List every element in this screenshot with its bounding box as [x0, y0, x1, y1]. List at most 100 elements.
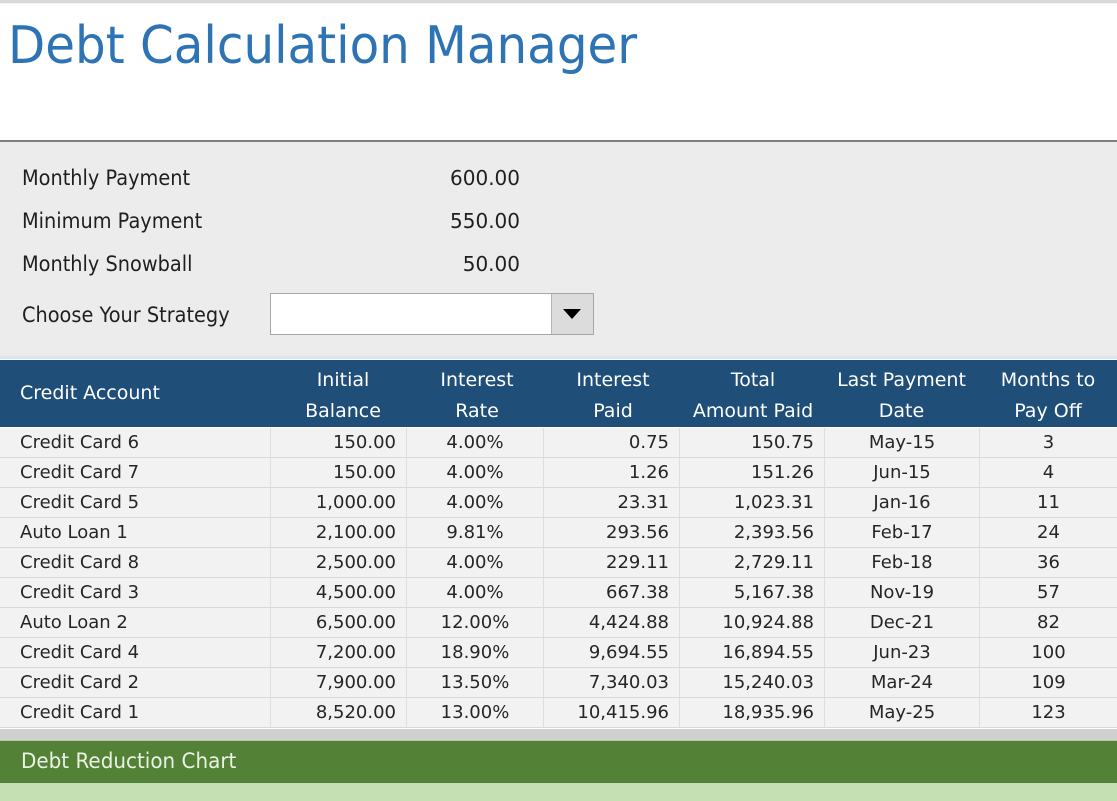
header-initial-balance: Initial Balance — [270, 360, 416, 427]
cell-total-amount-paid[interactable]: 10,924.88 — [679, 608, 824, 637]
cell-total-amount-paid[interactable]: 16,894.55 — [679, 638, 824, 667]
cell-months-to-pay-off[interactable]: 57 — [979, 578, 1117, 607]
monthly-payment-value[interactable]: 600.00 — [362, 163, 520, 193]
header-line1: Last Payment — [837, 369, 966, 391]
table-row: Credit Card 2 7,900.00 13.50% 7,340.03 15,24… — [0, 668, 1117, 698]
cell-months-to-pay-off[interactable]: 100 — [979, 638, 1117, 667]
cell-credit-account[interactable]: Credit Card 7 — [0, 458, 270, 487]
cell-credit-account[interactable]: Auto Loan 1 — [0, 518, 270, 547]
cell-interest-rate[interactable]: 4.00% — [406, 428, 543, 457]
strategy-dropdown-button[interactable] — [551, 294, 593, 334]
page-title: Debt Calculation Manager — [8, 16, 638, 76]
cell-credit-account[interactable]: Credit Card 5 — [0, 488, 270, 517]
cell-interest-rate[interactable]: 4.00% — [406, 488, 543, 517]
cell-initial-balance[interactable]: 8,520.00 — [270, 698, 406, 727]
cell-months-to-pay-off[interactable]: 24 — [979, 518, 1117, 547]
cell-interest-paid[interactable]: 23.31 — [543, 488, 679, 517]
input-panel-border — [0, 356, 1117, 359]
cell-months-to-pay-off[interactable]: 4 — [979, 458, 1117, 487]
cell-interest-rate[interactable]: 4.00% — [406, 548, 543, 577]
cell-total-amount-paid[interactable]: 5,167.38 — [679, 578, 824, 607]
header-credit-account: Credit Account — [20, 360, 260, 427]
cell-initial-balance[interactable]: 1,000.00 — [270, 488, 406, 517]
cell-interest-rate[interactable]: 13.00% — [406, 698, 543, 727]
cell-last-payment-date[interactable]: Jun-23 — [824, 638, 979, 667]
header-months-to-pay-off: Months to Pay Off — [979, 360, 1117, 427]
cell-months-to-pay-off[interactable]: 123 — [979, 698, 1117, 727]
cell-last-payment-date[interactable]: Jan-16 — [824, 488, 979, 517]
cell-months-to-pay-off[interactable]: 3 — [979, 428, 1117, 457]
cell-initial-balance[interactable]: 6,500.00 — [270, 608, 406, 637]
table-row: Credit Card 5 1,000.00 4.00% 23.31 1,023.31 J… — [0, 488, 1117, 518]
cell-interest-paid[interactable]: 0.75 — [543, 428, 679, 457]
cell-total-amount-paid[interactable]: 18,935.96 — [679, 698, 824, 727]
header-line2: Pay Off — [1014, 400, 1082, 422]
cell-interest-paid[interactable]: 293.56 — [543, 518, 679, 547]
cell-months-to-pay-off[interactable]: 82 — [979, 608, 1117, 637]
cell-interest-paid[interactable]: 4,424.88 — [543, 608, 679, 637]
cell-interest-paid[interactable]: 7,340.03 — [543, 668, 679, 697]
cell-interest-paid[interactable]: 229.11 — [543, 548, 679, 577]
cell-total-amount-paid[interactable]: 150.75 — [679, 428, 824, 457]
cell-initial-balance[interactable]: 7,200.00 — [270, 638, 406, 667]
header-credit-account-label: Credit Account — [20, 382, 160, 404]
header-line2: Balance — [305, 400, 381, 422]
cell-credit-account[interactable]: Credit Card 1 — [0, 698, 270, 727]
cell-initial-balance[interactable]: 150.00 — [270, 428, 406, 457]
cell-total-amount-paid[interactable]: 15,240.03 — [679, 668, 824, 697]
cell-last-payment-date[interactable]: Nov-19 — [824, 578, 979, 607]
cell-interest-rate[interactable]: 4.00% — [406, 458, 543, 487]
cell-months-to-pay-off[interactable]: 36 — [979, 548, 1117, 577]
header-line1: Total — [730, 369, 776, 391]
header-line1: Interest — [440, 369, 514, 391]
table-header: Credit Account Initial Balance Interest … — [0, 360, 1117, 427]
cell-interest-paid[interactable]: 10,415.96 — [543, 698, 679, 727]
cell-initial-balance[interactable]: 7,900.00 — [270, 668, 406, 697]
cell-credit-account[interactable]: Credit Card 3 — [0, 578, 270, 607]
cell-months-to-pay-off[interactable]: 109 — [979, 668, 1117, 697]
debt-reduction-chart-title: Debt Reduction Chart — [21, 749, 237, 773]
minimum-payment-label: Minimum Payment — [22, 209, 203, 233]
cell-credit-account[interactable]: Credit Card 6 — [0, 428, 270, 457]
debt-reduction-chart-area — [0, 783, 1117, 801]
section-separator — [0, 729, 1117, 741]
cell-interest-rate[interactable]: 12.00% — [406, 608, 543, 637]
dropdown-arrow-icon — [563, 309, 581, 319]
cell-last-payment-date[interactable]: May-15 — [824, 428, 979, 457]
cell-credit-account[interactable]: Credit Card 8 — [0, 548, 270, 577]
cell-initial-balance[interactable]: 4,500.00 — [270, 578, 406, 607]
cell-last-payment-date[interactable]: Mar-24 — [824, 668, 979, 697]
cell-initial-balance[interactable]: 2,100.00 — [270, 518, 406, 547]
cell-credit-account[interactable]: Auto Loan 2 — [0, 608, 270, 637]
cell-last-payment-date[interactable]: Feb-18 — [824, 548, 979, 577]
header-line2: Paid — [593, 400, 633, 422]
monthly-snowball-value[interactable]: 50.00 — [362, 249, 520, 279]
cell-interest-paid[interactable]: 9,694.55 — [543, 638, 679, 667]
cell-initial-balance[interactable]: 2,500.00 — [270, 548, 406, 577]
header-line2: Amount Paid — [692, 400, 814, 422]
table-row: Credit Card 6 150.00 4.00% 0.75 150.75 May-15… — [0, 428, 1117, 458]
cell-total-amount-paid[interactable]: 151.26 — [679, 458, 824, 487]
cell-interest-paid[interactable]: 667.38 — [543, 578, 679, 607]
cell-total-amount-paid[interactable]: 1,023.31 — [679, 488, 824, 517]
strategy-dropdown[interactable] — [270, 293, 594, 335]
minimum-payment-value[interactable]: 550.00 — [362, 206, 520, 236]
header-line1: Initial — [316, 369, 370, 391]
cell-last-payment-date[interactable]: Dec-21 — [824, 608, 979, 637]
cell-credit-account[interactable]: Credit Card 2 — [0, 668, 270, 697]
cell-interest-rate[interactable]: 9.81% — [406, 518, 543, 547]
cell-total-amount-paid[interactable]: 2,729.11 — [679, 548, 824, 577]
cell-interest-rate[interactable]: 13.50% — [406, 668, 543, 697]
cell-interest-paid[interactable]: 1.26 — [543, 458, 679, 487]
table-row: Auto Loan 2 6,500.00 12.00% 4,424.88 10,924.… — [0, 608, 1117, 638]
cell-initial-balance[interactable]: 150.00 — [270, 458, 406, 487]
cell-last-payment-date[interactable]: May-25 — [824, 698, 979, 727]
cell-total-amount-paid[interactable]: 2,393.56 — [679, 518, 824, 547]
cell-last-payment-date[interactable]: Feb-17 — [824, 518, 979, 547]
cell-last-payment-date[interactable]: Jun-15 — [824, 458, 979, 487]
cell-interest-rate[interactable]: 18.90% — [406, 638, 543, 667]
cell-credit-account[interactable]: Credit Card 4 — [0, 638, 270, 667]
cell-interest-rate[interactable]: 4.00% — [406, 578, 543, 607]
header-line1: Months to — [1000, 369, 1096, 391]
cell-months-to-pay-off[interactable]: 11 — [979, 488, 1117, 517]
